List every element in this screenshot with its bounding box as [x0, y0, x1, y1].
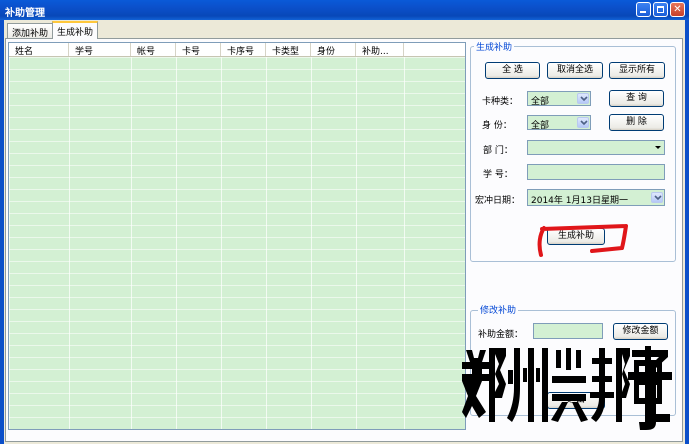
card-type-select[interactable]: 全部 [527, 91, 591, 107]
column-header-student-no[interactable]: 学号 [69, 43, 131, 56]
dropdown-arrow-icon[interactable] [655, 146, 661, 150]
department-label: 部 门： [483, 146, 513, 156]
column-header-identity[interactable]: 身份 [311, 43, 356, 56]
grid-column-line [356, 57, 357, 429]
student-no-input[interactable] [527, 164, 665, 180]
query-button[interactable]: 查 询 [609, 90, 664, 107]
deselect-all-button[interactable]: 取消全选 [547, 62, 603, 79]
grid-header: 姓名 学号 帐号 卡号 卡序号 卡类型 身份 补助... [9, 43, 465, 57]
grid-column-line [131, 57, 132, 429]
identity-select[interactable]: 全部 [527, 115, 591, 131]
minimize-icon [640, 11, 646, 13]
tab-generate-subsidy[interactable]: 生成补助 [52, 21, 99, 39]
card-type-value: 全部 [531, 97, 550, 107]
minimize-button[interactable] [636, 2, 651, 17]
department-select[interactable] [527, 140, 665, 155]
grid-column-line [176, 57, 177, 429]
card-type-label: 卡种类： [482, 97, 519, 107]
show-all-button[interactable]: 显示所有 [609, 62, 665, 79]
window-frame-left [0, 20, 4, 444]
chevron-down-icon[interactable] [577, 117, 589, 128]
identity-value: 全部 [531, 121, 550, 131]
column-header-card-seq[interactable]: 卡序号 [221, 43, 266, 56]
calendar-dropdown-icon[interactable] [651, 192, 663, 203]
date-label: 宏冲日期： [475, 196, 521, 206]
date-value: 2014年 1月13日星期一 [531, 196, 628, 206]
window-frame-right [685, 20, 689, 444]
grid-column-line [311, 57, 312, 429]
student-no-label: 学 号： [483, 170, 513, 180]
column-header-name[interactable]: 姓名 [9, 43, 69, 56]
watermark-char-zi [628, 350, 672, 430]
grid-column-line [221, 57, 222, 429]
identity-label: 身 份： [482, 121, 512, 131]
grid-column-line [404, 57, 405, 429]
select-all-button[interactable]: 全 选 [485, 62, 540, 79]
date-picker[interactable]: 2014年 1月13日星期一 [527, 189, 665, 206]
generate-subsidy-group-label: 生成补助 [474, 40, 515, 53]
grid-column-line [69, 57, 70, 429]
delete-button[interactable]: 删 除 [609, 114, 664, 131]
tab-add-subsidy[interactable]: 添加补助 [7, 23, 54, 39]
column-header-card-no[interactable]: 卡号 [176, 43, 221, 56]
window-title: 补助管理 [5, 8, 45, 19]
maximize-icon [657, 6, 664, 13]
close-icon: ✕ [673, 4, 682, 15]
column-header-subsidy[interactable]: 补助... [356, 43, 404, 56]
column-header-account[interactable]: 帐号 [131, 43, 176, 56]
column-header-card-type[interactable]: 卡类型 [266, 43, 311, 56]
tab-generate-subsidy-label: 生成补助 [57, 28, 94, 38]
modify-subsidy-group-label: 修改补助 [478, 303, 519, 316]
window-title-bar[interactable]: 补助管理 ✕ [0, 0, 689, 20]
grid-column-line [266, 57, 267, 429]
red-highlight-annotation [537, 224, 628, 257]
close-button[interactable]: ✕ [670, 2, 685, 17]
subsidy-grid[interactable]: 姓名 学号 帐号 卡号 卡序号 卡类型 身份 补助... [8, 42, 466, 430]
chevron-down-icon[interactable] [577, 93, 589, 104]
maximize-button[interactable] [653, 2, 668, 17]
